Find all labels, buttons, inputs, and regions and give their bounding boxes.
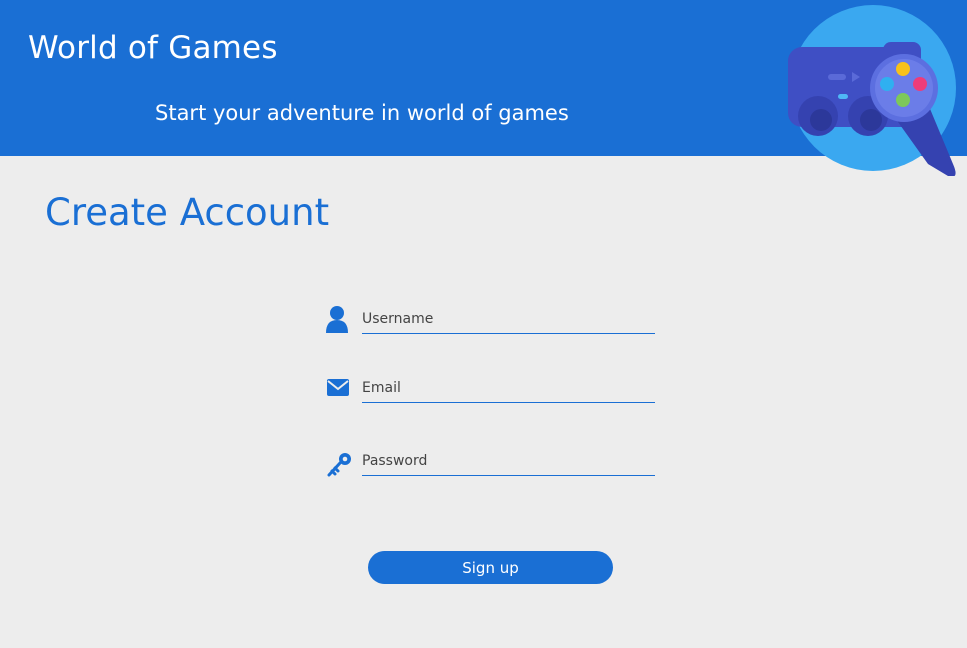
email-field-group [326, 374, 666, 414]
page-title: Create Account [45, 191, 330, 234]
key-icon [327, 453, 351, 477]
gamepad-icon [788, 5, 956, 176]
username-field-group [326, 305, 666, 345]
password-field-group [326, 447, 666, 487]
username-input[interactable] [362, 305, 655, 334]
password-input[interactable] [362, 447, 655, 476]
app-title: World of Games [28, 30, 278, 66]
user-icon [326, 306, 348, 333]
sign-up-button[interactable]: Sign up [368, 551, 613, 584]
envelope-icon [327, 379, 349, 396]
email-input[interactable] [362, 374, 655, 403]
app-subtitle: Start your adventure in world of games [155, 101, 569, 125]
